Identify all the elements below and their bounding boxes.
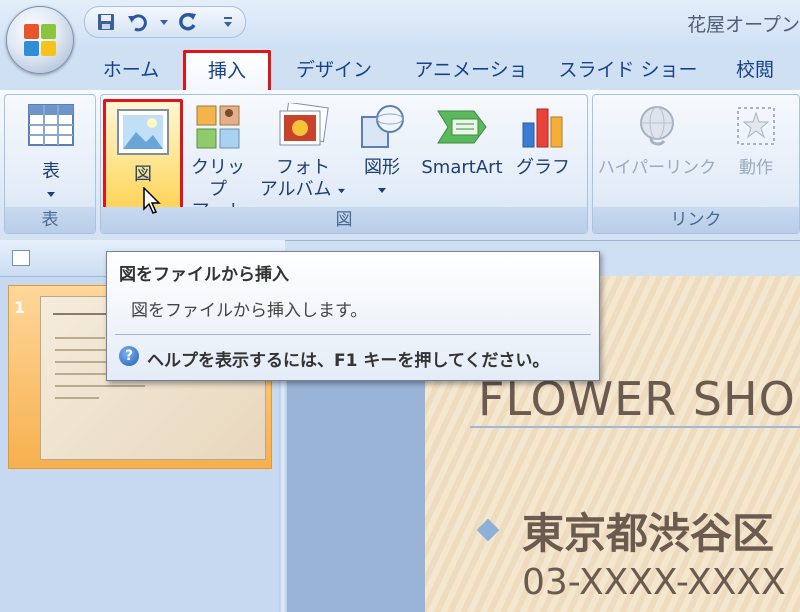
shapes-label: 図形 [364,157,400,178]
smartart-icon [437,110,487,144]
slides-tab-icon[interactable] [12,250,30,266]
thumb-line [55,397,99,399]
group-links-label: リンク [593,207,799,233]
smartart-label: SmartArt [421,157,503,178]
customize-qat-icon[interactable] [217,11,239,33]
picture-button-label: 図 [134,164,152,185]
group-table: 表 表 [4,94,96,234]
action-star-icon [737,107,775,145]
tab-design[interactable]: デザイン [288,50,380,90]
chevron-down-icon [47,192,55,197]
office-button[interactable] [6,6,74,74]
tooltip-divider [115,334,591,335]
undo-icon[interactable] [127,11,149,33]
group-links: ハイパーリンク 動作 リンク [592,94,800,234]
hyperlink-globe-icon [640,106,674,146]
thumb-line [55,373,111,375]
ribbon: 表 表 図 クリップ アート [0,90,800,241]
group-table-label: 表 [5,207,95,233]
mouse-cursor-icon [143,187,161,214]
redo-icon[interactable] [177,11,199,33]
ribbon-tabs: ホーム 挿入 デザイン アニメーション スライド ショー 校閲 [0,50,800,121]
photo-album-label-2: アルバム [259,179,347,201]
action-label: 動作 [739,158,773,178]
clipart-button[interactable]: クリップ アート [187,103,249,222]
hyperlink-label: ハイパーリンク [597,158,717,178]
thumb-title-line [53,313,113,315]
smartart-button[interactable]: SmartArt [417,103,507,213]
tab-slide-show[interactable]: スライド ショー [558,50,698,90]
slide-number: 1 [14,298,26,317]
slide-bullet-text[interactable]: 東京都渋谷区 [522,500,774,561]
chart-button[interactable]: グラフ [513,103,573,213]
chart-icon [522,108,563,148]
chevron-down-icon [378,188,386,193]
tooltip-help-text: ヘルプを表示するには、F1 キーを押してください。 [147,351,550,371]
group-illustrations: 図 クリップ アート フォト アルバム [100,94,588,234]
clipart-label-1: クリップ [191,157,245,200]
table-button-label: 表 [42,161,60,182]
table-icon [28,104,74,146]
table-button[interactable]: 表 [13,103,89,203]
chart-label: グラフ [516,157,570,178]
tab-home[interactable]: ホーム [92,50,170,90]
document-title: 花屋オープン [687,14,800,36]
tab-insert[interactable]: 挿入 [183,50,271,90]
tooltip-title: 図をファイルから挿入 [119,265,289,285]
thumb-line [55,385,145,387]
photo-album-button[interactable]: フォト アルバム [259,103,347,213]
shapes-icon [361,105,404,148]
tooltip-description: 図をファイルから挿入します。 [131,301,368,321]
super-tooltip: 図をファイルから挿入 図をファイルから挿入します。 ? ヘルプを表示するには、F… [106,251,600,381]
clipart-icon [196,105,240,149]
tab-animations[interactable]: アニメーション [405,50,537,121]
slide-title-underline [470,426,800,428]
action-button[interactable]: 動作 [721,103,791,213]
office-logo-icon [24,24,56,56]
photo-album-icon [279,103,329,146]
group-illustrations-label: 図 [101,207,587,233]
chevron-down-icon [338,188,346,194]
slide-phone-text[interactable]: 03-XXXX-XXXX [522,562,786,603]
photo-album-label-1: フォト [276,157,330,178]
help-icon: ? [119,346,139,366]
picture-icon [117,109,169,155]
hyperlink-button[interactable]: ハイパーリンク [597,103,717,213]
shapes-button[interactable]: 図形 [353,103,411,213]
save-icon[interactable] [95,11,117,33]
quick-access-toolbar [84,6,246,38]
undo-dropdown-icon[interactable] [153,11,175,33]
tab-review[interactable]: 校閲 [720,50,790,90]
thumb-line [55,337,105,339]
